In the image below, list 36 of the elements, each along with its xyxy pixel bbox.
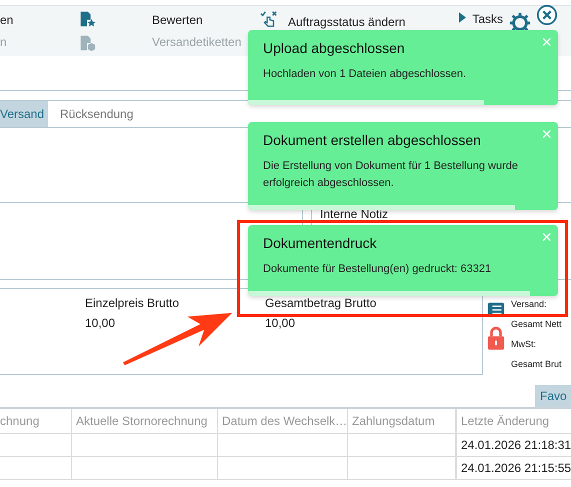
tab[interactable]: Versand — [0, 101, 48, 127]
toolbar-button[interactable]: Bewerten — [152, 12, 260, 28]
toolbar-button[interactable]: Auftragsstatus ändern — [288, 14, 406, 30]
column-header[interactable]: Letzte Änderung — [456, 409, 571, 433]
toast-title: Dokument erstellen abgeschlossen — [263, 132, 481, 148]
toast-message: Die Erstellung von Dokument für 1 Bestellung wurde erfolgreich abgeschlossen. — [263, 159, 519, 191]
column-label: Einzelpreis Brutto — [85, 297, 180, 310]
triangle-icon — [459, 12, 466, 23]
toast-title: Dokumentendruck — [263, 235, 377, 251]
price-value: 10,00 — [265, 316, 296, 330]
summary-label: MwSt: — [511, 339, 538, 349]
close-button[interactable]: × — [541, 229, 552, 245]
column-header[interactable]: chnung — [0, 409, 72, 433]
summary-label: Gesamt Nett — [511, 319, 562, 329]
favorites-button[interactable]: Favo — [535, 385, 571, 407]
price-value: 10,00 — [85, 316, 116, 330]
tasks-button[interactable]: Tasks — [472, 12, 503, 26]
column-label: Gesamtbetrag Brutto — [265, 297, 376, 310]
column-header[interactable]: Datum des Wechselk… — [218, 409, 348, 433]
close-button[interactable]: × — [541, 34, 552, 50]
toast-title: Upload abgeschlossen — [263, 40, 405, 56]
document-star-icon[interactable] — [78, 10, 96, 28]
column-header[interactable]: Aktuelle Stornorechnung — [72, 409, 218, 433]
table-cell: 24.01.2026 21:15:55 — [456, 457, 571, 479]
notes-label: Interne Notiz — [320, 207, 388, 221]
hand-checkmark-icon[interactable] — [260, 10, 278, 28]
summary-label: Versand: — [511, 299, 548, 309]
toast-message: Dokumente für Bestellung(en) gedruckt: 63321 — [263, 262, 492, 277]
close-icon[interactable] — [536, 4, 558, 26]
close-button[interactable]: × — [541, 126, 552, 142]
column-header[interactable]: Zahlungsdatum — [348, 409, 456, 433]
lock-icon[interactable] — [487, 326, 505, 350]
toolbar-label[interactable]: en — [0, 12, 22, 28]
summary-label: Gesamt Brut — [511, 359, 562, 369]
table-cell: 24.01.2026 21:18:31 — [456, 434, 571, 456]
toast-message: Hochladen von 1 Dateien abgeschlossen. — [263, 67, 466, 82]
